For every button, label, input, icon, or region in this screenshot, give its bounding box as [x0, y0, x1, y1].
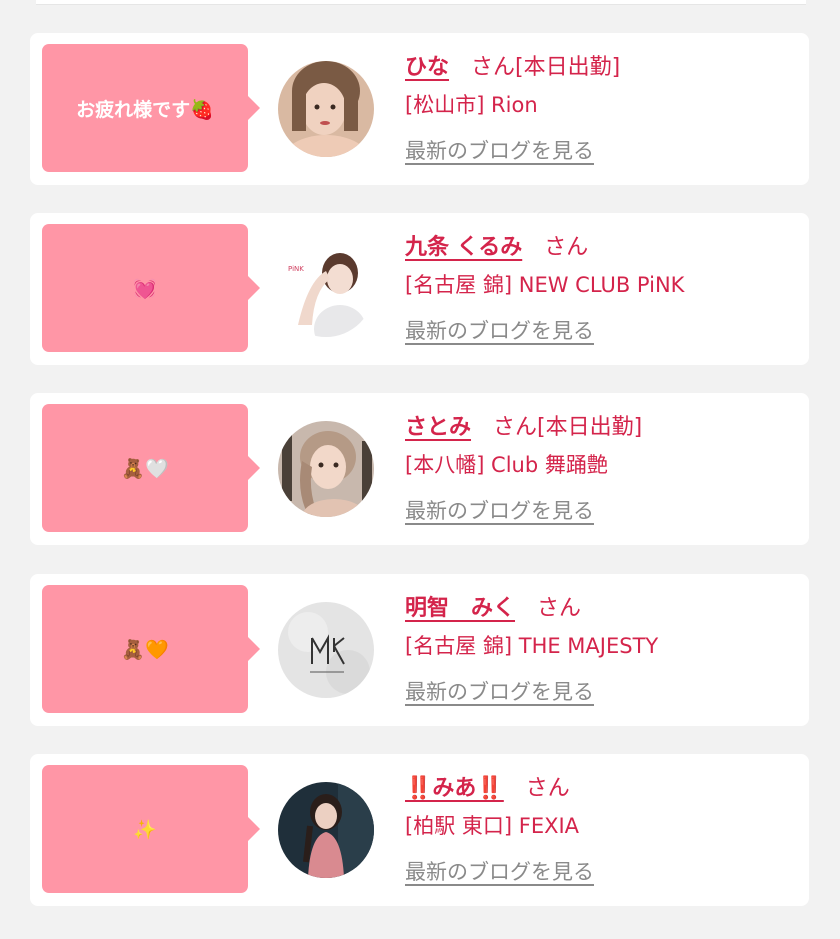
latest-blog-link[interactable]: 最新のブログを見る [405, 495, 594, 525]
previous-card-edge [36, 0, 806, 5]
message-bubble: 🧸🤍 [42, 404, 260, 532]
entry-info: 明智 みく さん [名古屋 錦] THE MAJESTY 最新のブログを見る [405, 590, 799, 706]
entry-info: ‼️みあ‼️ さん [柏駅 東口] FEXIA 最新のブログを見る [405, 770, 799, 886]
profile-photo-icon[interactable] [278, 61, 374, 157]
message-text: 🧸🤍 [121, 457, 169, 480]
honorific: さん [537, 596, 582, 621]
entry-info: ひな さん [本日出勤] [松山市] Rion 最新のブログを見る [405, 49, 799, 165]
shop-name: [松山市] Rion [405, 93, 538, 117]
name-line: ‼️みあ‼️ さん [405, 770, 799, 804]
honorific: さん [544, 235, 589, 260]
blog-card[interactable]: ✨ ‼️みあ‼️ さん [柏駅 東口] FEXIA 最新のブログを見る [30, 754, 809, 906]
status-badge: [本日出勤] [537, 415, 643, 440]
honorific: さん [493, 415, 538, 440]
message-bubble: 💓 [42, 224, 260, 352]
shop-name: [名古屋 錦] THE MAJESTY [405, 634, 659, 658]
shop-name: [柏駅 東口] FEXIA [405, 814, 580, 838]
message-text: 💓 [133, 277, 157, 300]
message-bubble: ✨ [42, 765, 260, 893]
profile-photo-icon[interactable]: PiNK [278, 241, 374, 337]
status-badge: [本日出勤] [515, 55, 621, 80]
girl-name-link[interactable]: ひな [405, 49, 449, 81]
blog-card[interactable]: 🧸🧡 明智 みく さん [名古屋 錦] THE MAJESTY 最新のブログを見… [30, 574, 809, 726]
profile-photo-icon[interactable] [278, 421, 374, 517]
message-bubble: 🧸🧡 [42, 585, 260, 713]
name-line: さとみ さん [本日出勤] [405, 409, 799, 443]
entry-info: さとみ さん [本日出勤] [本八幡] Club 舞踊艶 最新のブログを見る [405, 409, 799, 525]
latest-blog-link[interactable]: 最新のブログを見る [405, 135, 594, 165]
name-line: 九条 くるみ さん [405, 229, 799, 263]
latest-blog-link[interactable]: 最新のブログを見る [405, 856, 594, 886]
shop-name: [名古屋 錦] NEW CLUB PiNK [405, 273, 685, 297]
girl-name-link[interactable]: さとみ [405, 409, 471, 441]
blog-card[interactable]: 🧸🤍 さとみ さん [本日出勤] [本八幡] Club 舞踊艶 最新のブログを見… [30, 393, 809, 545]
message-text: お疲れ様です🍓 [76, 98, 214, 121]
message-bubble: お疲れ様です🍓 [42, 44, 260, 172]
message-text: ✨ [133, 818, 157, 841]
profile-photo-icon[interactable] [278, 782, 374, 878]
name-line: ひな さん [本日出勤] [405, 49, 799, 83]
girl-name-link[interactable]: 明智 みく [405, 590, 515, 622]
blog-card[interactable]: 💓 PiNK 九条 くるみ さん [名古屋 錦] NEW CLUB PiNK 最… [30, 213, 809, 365]
name-line: 明智 みく さん [405, 590, 799, 624]
latest-blog-link[interactable]: 最新のブログを見る [405, 676, 594, 706]
svg-text:PiNK: PiNK [288, 265, 304, 273]
latest-blog-link[interactable]: 最新のブログを見る [405, 315, 594, 345]
shop-name: [本八幡] Club 舞踊艶 [405, 453, 608, 477]
message-text: 🧸🧡 [121, 638, 169, 661]
girl-name-link[interactable]: 九条 くるみ [405, 229, 522, 261]
shop-logo-icon[interactable] [278, 602, 374, 698]
blog-card[interactable]: お疲れ様です🍓 ひな さん [本日出勤] [松山市] Rion 最新のブログを見… [30, 33, 809, 185]
honorific: さん [525, 776, 570, 801]
girl-name-link[interactable]: ‼️みあ‼️ [405, 770, 504, 802]
entry-info: 九条 くるみ さん [名古屋 錦] NEW CLUB PiNK 最新のブログを見… [405, 229, 799, 345]
honorific: さん [471, 55, 516, 80]
